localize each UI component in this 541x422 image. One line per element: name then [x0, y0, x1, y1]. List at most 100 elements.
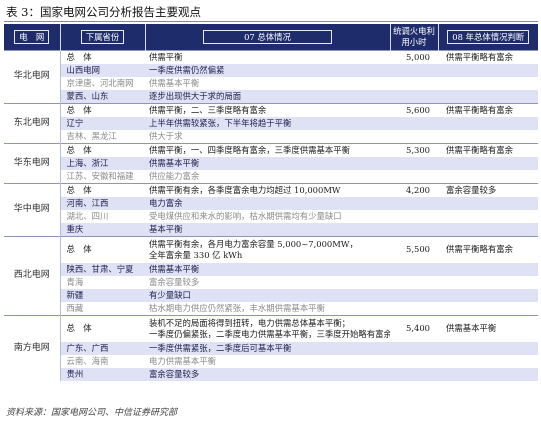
situation-line: 供需基本平衡 — [149, 77, 200, 88]
province-cell: 京津唐、河北南网 — [66, 77, 134, 88]
judgment-cell — [438, 276, 538, 289]
situation-cell: 一季度供需仍然偏紧 — [145, 63, 390, 77]
header-province: 下属省份 — [59, 24, 145, 50]
header-capacity: 统调火电利用小时 — [389, 24, 438, 50]
header-capacity-label: 统调火电利用小时 — [393, 25, 435, 47]
judgment-cell — [438, 170, 538, 184]
province-cell: 河南、江西 — [60, 196, 145, 210]
header-judgment: 08 年总体情况判断 — [437, 24, 538, 50]
table-row: 华东电网总 体供需平衡，一、四季度略有富余，三季度供需基本平衡 5,300 供需平衡… — [4, 142, 538, 183]
table-row: 新疆 有少量缺口 — [4, 288, 538, 302]
situation-cell: 供需基本平衡 — [145, 156, 390, 170]
judgment-cell — [438, 222, 538, 236]
capacity-cell: 5,600 — [390, 102, 438, 117]
judgment-cell — [438, 89, 538, 103]
situation-line: 供需平衡有余，各月电力富余容量 5,000~7,000MW， — [149, 238, 358, 249]
judgment-cell — [438, 130, 538, 144]
power-grid-table: 电 网 下属省份 07 总体情况 统调火电利用小时 08 年总体情况判断 华北电… — [4, 24, 538, 381]
judgment-cell — [438, 196, 538, 210]
table-row: 河南、江西 电力富余 — [4, 196, 538, 210]
situation-line: 逐步出现供大于求的局面 — [149, 90, 242, 101]
capacity-cell — [390, 210, 438, 223]
situation-cell: 枯水期电力供应仍然紧张，丰水期供需基本平衡 — [145, 302, 390, 316]
table-row: 西藏 枯水期电力供应仍然紧张，丰水期供需基本平衡 — [4, 302, 538, 316]
judgment-cell — [438, 77, 538, 90]
province-cell: 吉林、黑龙江 — [66, 130, 117, 141]
table-row: 江苏、安徽和福建 供应能力富余 — [4, 170, 538, 184]
province-cell: 西藏 — [66, 302, 84, 313]
judgment-cell: 供需平衡略有富余 — [438, 235, 538, 263]
table-row: 东北电网总 体供需平衡，二、三季度略有富余 5,600 供需平衡略有富余 — [4, 102, 538, 143]
capacity-cell — [390, 302, 438, 316]
capacity-cell — [390, 63, 438, 77]
situation-line: 供需平衡 — [149, 51, 183, 62]
situation-line: 电力供需基本平衡 — [149, 355, 216, 366]
province-cell: 广东、广西 — [60, 341, 145, 355]
capacity-cell: 5,000 — [390, 49, 438, 64]
situation-line: 装机不足的局面将得到扭转，电力供需总体基本平衡； — [149, 317, 350, 328]
province-cell: 山西电网 — [60, 63, 145, 77]
situation-cell: 一季度供需紧张，二季度后可基本平衡 — [145, 341, 390, 355]
situation-cell: 供需平衡，一、四季度略有富余，三季度供需基本平衡 — [145, 142, 390, 157]
province-cell: 蒙西、山东 — [60, 89, 145, 103]
capacity-cell: 4,200 — [390, 182, 438, 197]
capacity-cell — [390, 288, 438, 302]
situation-cell: 供需基本平衡 — [145, 262, 390, 276]
situation-line: 供需基本平衡 — [149, 157, 200, 168]
table-row: 蒙西、山东 逐步出现供大于求的局面 — [4, 89, 538, 103]
province-cell: 陕西、甘肃、宁夏 — [60, 262, 145, 276]
capacity-cell — [390, 367, 438, 381]
judgment-cell — [438, 341, 538, 355]
table-row: 京津唐、河北南网 供需基本平衡 — [4, 77, 538, 90]
table-row: 湖北、四川 受电煤供应和来水的影响，枯水期供需均有少量缺口 — [4, 210, 538, 223]
situation-line: 一季度供需仍然偏紧 — [149, 64, 225, 75]
table-row: 华中电网总 体供需平衡有余，各季度富余电力均超过 10,000MW 4,200 富余… — [4, 182, 538, 236]
situation-cell: 供需平衡有余，各季度富余电力均超过 10,000MW — [145, 182, 390, 197]
situation-cell: 基本平衡 — [145, 222, 390, 236]
table-row: 广东、广西 一季度供需紧张，二季度后可基本平衡 — [4, 341, 538, 355]
situation-cell: 供需平衡 — [145, 49, 390, 64]
situation-line: 受电煤供应和来水的影响，枯水期供需均有少量缺口 — [149, 210, 342, 221]
province-cell: 总 体 — [60, 49, 145, 64]
province-cell: 总 体 — [60, 102, 145, 117]
situation-line: 一季度供需紧张，二季度后可基本平衡 — [149, 342, 292, 353]
capacity-cell: 5,400 — [390, 314, 438, 342]
situation-cell: 供需平衡有余，各月电力富余容量 5,000~7,000MW， 全年富余量 330 … — [145, 235, 390, 263]
capacity-cell — [390, 196, 438, 210]
judgment-cell — [438, 288, 538, 302]
province-cell: 贵州 — [60, 367, 145, 381]
situation-line: 全年富余量 330 亿 kWh — [149, 249, 243, 260]
region-cell: 华北电网 — [4, 49, 61, 103]
judgment-cell — [438, 63, 538, 77]
capacity-cell — [390, 130, 438, 144]
judgment-cell — [438, 355, 538, 368]
situation-cell: 装机不足的局面将得到扭转，电力供需总体基本平衡； 一季度仍偏紧张，二季度电力供需基… — [145, 314, 390, 342]
situation-cell: 电力供需基本平衡 — [145, 355, 390, 368]
table-row: 重庆 基本平衡 — [4, 222, 538, 236]
situation-line: 电力富余 — [149, 197, 183, 208]
province-cell: 辽宁 — [60, 116, 145, 130]
capacity-cell — [390, 156, 438, 170]
judgment-cell: 供需平衡略有富余 — [438, 102, 538, 117]
header-judgment-label: 08 年总体情况判断 — [447, 29, 530, 44]
header-region: 电 网 — [4, 24, 60, 50]
region-cell: 华东电网 — [4, 142, 61, 183]
situation-line: 供需平衡，一、四季度略有富余，三季度供需基本平衡 — [149, 144, 350, 155]
table-row: 贵州 富余容量较多 — [4, 367, 538, 381]
situation-line: 供需平衡有余，各季度富余电力均超过 10,000MW — [149, 184, 341, 195]
province-cell: 青海 — [66, 276, 84, 287]
region-cell: 华中电网 — [4, 182, 61, 236]
situation-cell: 供需平衡，二、三季度略有富余 — [145, 102, 390, 117]
judgment-cell — [438, 262, 538, 276]
situation-cell: 受电煤供应和来水的影响，枯水期供需均有少量缺口 — [145, 210, 390, 223]
judgment-cell: 供需平衡略有富余 — [438, 49, 538, 64]
judgment-cell — [438, 210, 538, 223]
judgment-cell — [438, 116, 538, 130]
judgment-cell: 供需平衡略有富余 — [438, 142, 538, 157]
table-header: 电 网 下属省份 07 总体情况 统调火电利用小时 08 年总体情况判断 — [4, 24, 538, 50]
judgment-cell: 富余容量较多 — [438, 182, 538, 197]
judgment-cell: 供需基本平衡 — [438, 314, 538, 342]
situation-cell: 上半年供需较紧张，下半年将趋于平衡 — [145, 116, 390, 130]
situation-cell: 富余容量较多 — [145, 367, 390, 381]
table-row: 上海、浙江 供需基本平衡 — [4, 156, 538, 170]
